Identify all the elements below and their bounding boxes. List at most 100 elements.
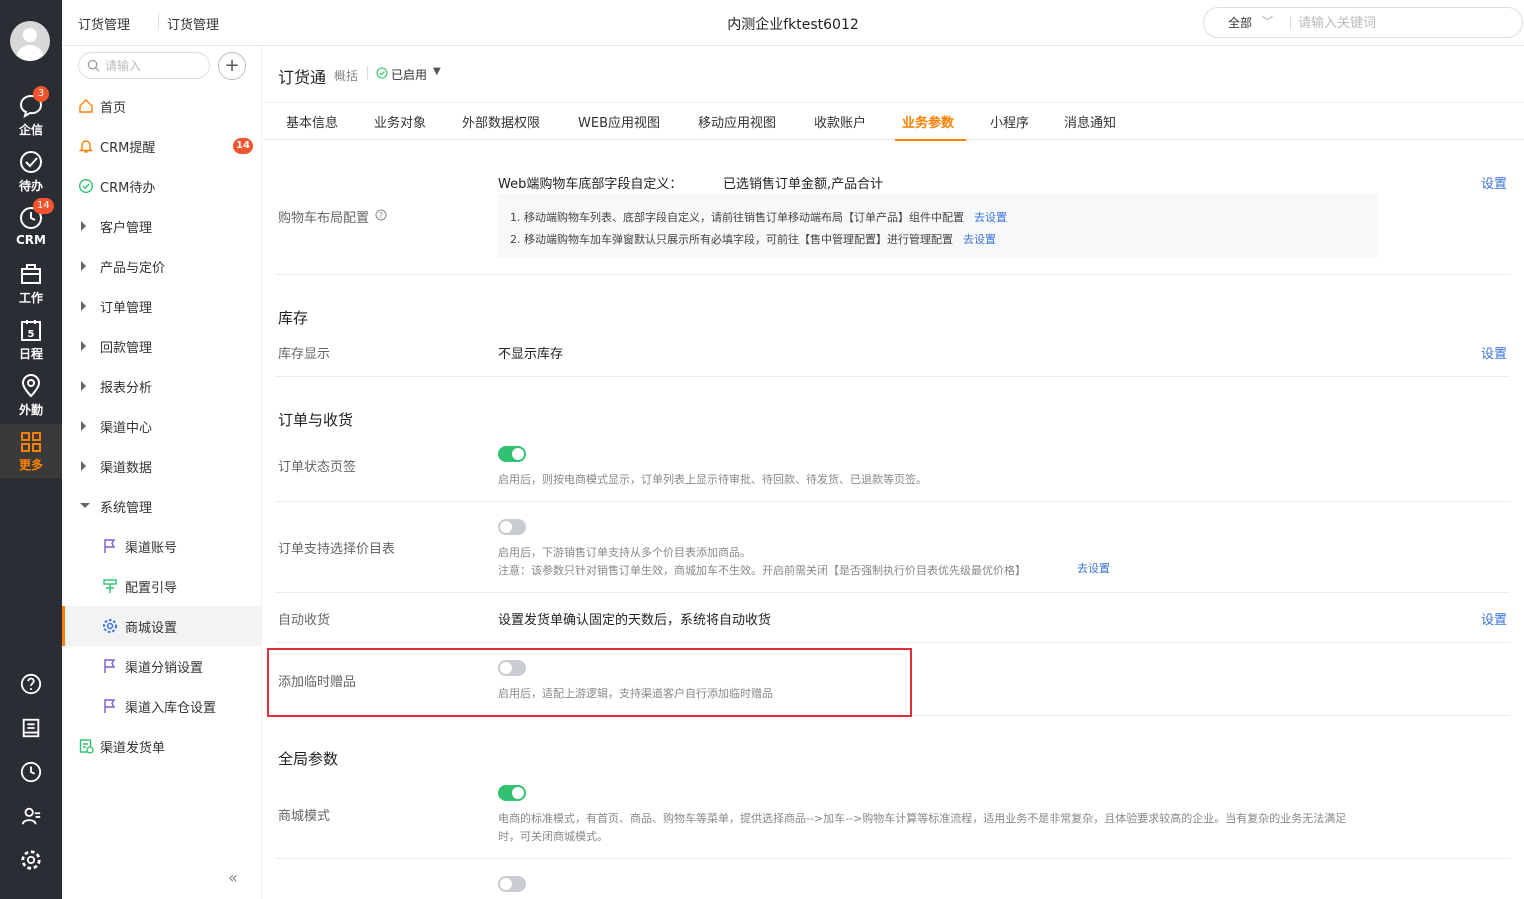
sidebar-item-warehouse[interactable]: 渠道入库仓设置 (62, 686, 262, 726)
note-line: 2. 移动端购物车加车弹窗默认只展示所有必填字段，可前往【售中管理配置】进行管理… (510, 231, 996, 247)
flag-icon (104, 539, 116, 553)
grid-icon (21, 432, 41, 452)
sidebar-item-system[interactable]: 系统管理 (62, 486, 262, 526)
collapse-arrow-icon (80, 503, 90, 508)
sidebar-item-crm-todo[interactable]: CRM待办 (62, 166, 262, 206)
overview-link[interactable]: 概括 (334, 67, 358, 84)
caret-down-icon: ▼ (433, 66, 441, 77)
sidebar-item-payments[interactable]: 回款管理 (62, 326, 262, 366)
calendar-icon: 5 (21, 320, 41, 341)
rail-item-label: 外勤 (18, 403, 43, 417)
highlight-box (267, 648, 912, 717)
sidebar-item-label: 客户管理 (100, 221, 153, 236)
sidebar-item-products[interactable]: 产品与定价 (62, 246, 262, 286)
sidebar-item-home[interactable]: 首页 (62, 86, 262, 126)
count-badge: 14 (233, 138, 253, 154)
tab-mobile-view[interactable]: 移动应用视图 (698, 112, 776, 131)
sidebar-item-delivery[interactable]: 渠道发货单 (62, 726, 262, 766)
sidebar-item-crm-reminder[interactable]: CRM提醒 14 (62, 126, 262, 166)
tab-mini-program[interactable]: 小程序 (990, 112, 1029, 131)
sidebar-item-config-guide[interactable]: 配置引导 (62, 566, 262, 606)
svg-text:?: ? (379, 211, 383, 220)
chevron-down-icon[interactable]: ﹀ (1262, 13, 1273, 29)
sidebar-item-customers[interactable]: 客户管理 (62, 206, 262, 246)
sidebar-item-orders[interactable]: 订单管理 (62, 286, 262, 326)
sidebar-item-mall-settings[interactable]: 商城设置 (62, 606, 262, 646)
sidebar-item-channel-data[interactable]: 渠道数据 (62, 446, 262, 486)
cart-layout-label: 购物车布局配置 (278, 211, 370, 226)
sidebar-item-reports[interactable]: 报表分析 (62, 366, 262, 406)
avatar[interactable] (10, 21, 50, 61)
sidebar-item-distribution[interactable]: 渠道分销设置 (62, 646, 262, 686)
help-icon[interactable] (20, 673, 42, 695)
settings-icon[interactable] (20, 849, 42, 871)
rail-item-more[interactable]: 更多 (0, 424, 62, 478)
mall-mode-hint-cont: 时，可关闭商城模式。 (498, 830, 608, 843)
rail-item-crm[interactable]: 14 CRM (0, 198, 62, 262)
rail-item-label: 待办 (18, 179, 43, 193)
auto-receive-label: 自动收货 (278, 613, 331, 628)
flag-icon (104, 659, 116, 673)
note-text: 1. 移动端购物车列表、底部字段自定义，请前往销售订单移动端布局【订单产品】组件… (510, 211, 964, 224)
sidebar-item-channel-center[interactable]: 渠道中心 (62, 406, 262, 446)
notebook-icon[interactable] (20, 717, 42, 739)
tab-accounts[interactable]: 收款账户 (814, 112, 866, 131)
note-link[interactable]: 去设置 (963, 233, 996, 246)
sidebar-search-input[interactable] (105, 57, 205, 75)
help-icon[interactable]: ? (375, 209, 387, 221)
tab-notifications[interactable]: 消息通知 (1064, 112, 1116, 131)
sidebar-item-label: 渠道分销设置 (125, 661, 204, 676)
note-link[interactable]: 去设置 (974, 211, 1007, 224)
rail-item-todo[interactable]: 待办 (0, 150, 62, 206)
tab-web-view[interactable]: WEB应用视图 (578, 112, 660, 131)
expand-arrow-icon (81, 461, 86, 471)
tab-business-params[interactable]: 业务参数 (902, 112, 954, 131)
sidebar-item-label: 渠道发货单 (100, 741, 166, 756)
title-divider (367, 66, 368, 80)
sidebar-item-label: 渠道账号 (125, 541, 178, 556)
rail-item-label: 更多 (18, 458, 43, 472)
mall-mode-toggle[interactable] (498, 785, 526, 801)
tab-external-data[interactable]: 外部数据权限 (462, 112, 540, 131)
note-text: 2. 移动端购物车加车弹窗默认只展示所有必填字段，可前往【售中管理配置】进行管理… (510, 233, 953, 246)
divider (275, 592, 1510, 593)
sidebar-item-label: 系统管理 (100, 501, 153, 516)
section-title: 库存 (278, 309, 309, 327)
search-input[interactable] (1298, 12, 1508, 34)
divider (275, 642, 1510, 643)
sidebar: + 首页 CRM提醒 14 CRM待办 客户管理 产品与定价 订单管理 回款管理… (62, 46, 262, 899)
cart-note-box: 1. 移动端购物车列表、底部字段自定义，请前往销售订单移动端布局【订单产品】组件… (498, 194, 1378, 258)
pricebook-toggle[interactable] (498, 519, 526, 535)
pricebook-link[interactable]: 去设置 (1077, 560, 1110, 576)
sidebar-item-label: CRM待办 (100, 181, 156, 196)
setting-toggle[interactable] (498, 876, 526, 892)
search-icon (87, 59, 100, 72)
rail-item-label: 日程 (18, 347, 43, 361)
search-scope-select[interactable]: 全部 (1228, 14, 1252, 31)
rail-item-field[interactable]: 外勤 (0, 374, 62, 430)
rail-item-messages[interactable]: 3 企信 (0, 86, 62, 150)
cart-set-link[interactable]: 设置 (1481, 173, 1507, 192)
tab-basic-info[interactable]: 基本信息 (286, 112, 338, 131)
rail-item-work[interactable]: 工作 (0, 262, 62, 318)
expand-arrow-icon (81, 381, 86, 391)
tab-business-objects[interactable]: 业务对象 (374, 112, 426, 131)
sidebar-item-channel-account[interactable]: 渠道账号 (62, 526, 262, 566)
auto-receive-set-link[interactable]: 设置 (1481, 609, 1507, 628)
delivery-icon (79, 739, 94, 754)
pricebook-note: 注意：该参数只针对销售订单生效，商城加车不生效。开启前需关闭【是否强制执行价目表… (498, 564, 1026, 577)
section-title: 全局参数 (278, 750, 339, 768)
status-label: 已启用 (391, 68, 428, 82)
stock-display-value: 不显示库存 (498, 347, 564, 362)
rail-item-label: 工作 (18, 291, 43, 305)
add-button[interactable]: + (218, 52, 246, 80)
flag-icon (104, 699, 116, 713)
history-icon[interactable] (20, 761, 42, 783)
rail-item-schedule[interactable]: 5 日程 (0, 318, 62, 374)
collapse-sidebar-icon[interactable]: « (228, 868, 238, 887)
sidebar-item-label: 回款管理 (100, 341, 153, 356)
sidebar-item-label: 渠道数据 (100, 461, 153, 476)
stock-set-link[interactable]: 设置 (1481, 343, 1507, 362)
order-status-tab-toggle[interactable] (498, 446, 526, 462)
contacts-icon[interactable] (20, 805, 42, 827)
